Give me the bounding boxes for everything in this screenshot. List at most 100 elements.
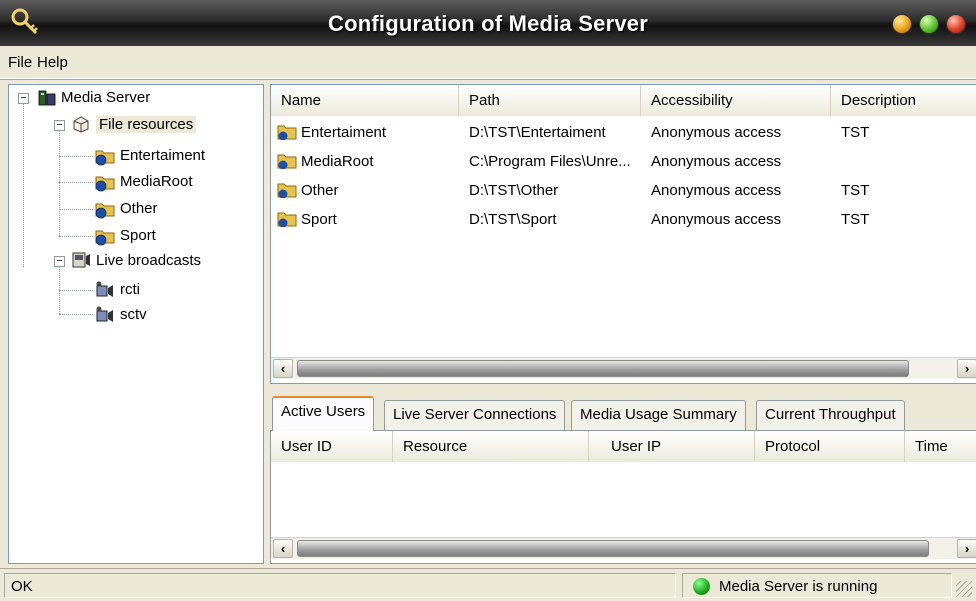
column-header-time[interactable]: Time: [905, 431, 976, 462]
scroll-thumb[interactable]: [297, 360, 909, 377]
tab-media-usage-summary[interactable]: Media Usage Summary: [571, 400, 746, 430]
list-header: Name Path Accessibility Description: [271, 85, 976, 116]
tree-connector: [59, 182, 93, 183]
scroll-right-button[interactable]: ›: [957, 539, 976, 558]
tree-item-label: MediaRoot: [120, 173, 193, 190]
tab-current-throughput[interactable]: Current Throughput: [756, 400, 905, 430]
cell-name-text: Entertaiment: [301, 124, 387, 141]
shared-folder-icon: [95, 203, 115, 219]
tree-item-label: Media Server: [61, 89, 151, 106]
cell-path: D:\TST\Sport: [469, 211, 557, 228]
cell-description: TST: [841, 124, 870, 141]
column-header-description[interactable]: Description: [831, 85, 976, 116]
tree-item-mediaroot[interactable]: MediaRoot: [120, 169, 193, 195]
tree-item-sctv[interactable]: sctv: [120, 302, 147, 328]
shared-folder-icon: [277, 212, 297, 227]
cell-path: D:\TST\Entertaiment: [469, 124, 606, 141]
tree-item-file-resources[interactable]: File resources: [96, 112, 197, 138]
column-header-user-ip[interactable]: User IP: [589, 431, 755, 462]
close-button[interactable]: [946, 14, 966, 34]
broadcast-stream-icon: [96, 306, 113, 322]
shared-folder-icon: [95, 230, 115, 246]
column-header-user-id[interactable]: User ID: [271, 431, 393, 462]
tree-item-label: Entertaiment: [120, 147, 206, 164]
column-header-resource[interactable]: Resource: [393, 431, 589, 462]
resources-horizontal-scrollbar[interactable]: ‹ ›: [271, 357, 976, 379]
broadcast-stream-icon: [96, 281, 113, 297]
menu-help[interactable]: Help: [37, 54, 68, 71]
cell-name-text: Other: [301, 182, 339, 199]
collapse-toggle[interactable]: −: [54, 256, 65, 267]
active-users-list[interactable]: User ID Resource User IP Protocol Time ‹…: [270, 430, 976, 564]
menu-bar: File Help: [0, 46, 976, 79]
cell-accessibility: Anonymous access: [651, 182, 782, 199]
cell-name: Entertaiment: [277, 119, 457, 147]
tree-connector: [59, 156, 93, 157]
running-indicator-icon: [693, 578, 710, 595]
cell-name-text: MediaRoot: [301, 153, 374, 170]
tree-connector: [59, 236, 93, 237]
cell-name: Other: [277, 177, 457, 205]
shared-folder-icon: [95, 176, 115, 192]
column-header-protocol[interactable]: Protocol: [755, 431, 905, 462]
tree-item-media-server[interactable]: Media Server: [61, 85, 150, 111]
tree-item-live-broadcasts[interactable]: Live broadcasts: [96, 248, 201, 274]
cell-name-text: Sport: [301, 211, 337, 228]
tree-item-other[interactable]: Other: [120, 196, 158, 222]
tab-live-server-connections[interactable]: Live Server Connections: [384, 400, 566, 430]
tree-item-label: sctv: [120, 306, 147, 323]
broadcast-icon: [72, 252, 90, 268]
tab-strip: Active Users Live Server Connections Med…: [270, 396, 976, 431]
tree-connector: [23, 104, 24, 267]
list-header: User ID Resource User IP Protocol Time: [271, 431, 976, 462]
tree-item-rcti[interactable]: rcti: [120, 277, 140, 303]
table-row[interactable]: Sport D:\TST\Sport Anonymous access TST: [271, 206, 976, 234]
title-bar[interactable]: Configuration of Media Server: [0, 0, 976, 46]
maximize-button[interactable]: [919, 14, 939, 34]
cell-path: D:\TST\Other: [469, 182, 559, 199]
status-bar: OK Media Server is running: [0, 568, 976, 601]
table-row[interactable]: Entertaiment D:\TST\Entertaiment Anonymo…: [271, 119, 976, 147]
column-header-accessibility[interactable]: Accessibility: [641, 85, 831, 116]
users-horizontal-scrollbar[interactable]: ‹ ›: [271, 537, 976, 559]
cell-description: TST: [841, 211, 870, 228]
scroll-thumb[interactable]: [297, 540, 929, 557]
tree-item-label: File resources: [96, 116, 197, 133]
cell-accessibility: Anonymous access: [651, 211, 782, 228]
tree-item-label: Other: [120, 200, 158, 217]
collapse-toggle[interactable]: −: [54, 120, 65, 131]
server-status-text: Media Server is running: [719, 578, 878, 595]
scroll-left-button[interactable]: ‹: [273, 539, 293, 558]
tree-connector: [59, 131, 60, 236]
tab-active-users[interactable]: Active Users: [272, 396, 375, 431]
cell-name: MediaRoot: [277, 148, 457, 176]
server-icon: [38, 90, 56, 106]
resource-tree[interactable]: − Media Server − File resources Entertai…: [8, 84, 264, 564]
cell-accessibility: Anonymous access: [651, 124, 782, 141]
scroll-left-button[interactable]: ‹: [273, 359, 293, 378]
shared-folder-icon: [277, 183, 297, 198]
collapse-toggle[interactable]: −: [18, 93, 29, 104]
shared-folder-icon: [95, 150, 115, 166]
shared-folder-icon: [277, 125, 297, 140]
resize-grip-icon[interactable]: [956, 581, 972, 597]
resources-list[interactable]: Name Path Accessibility Description Ente…: [270, 84, 976, 384]
tree-item-label: Live broadcasts: [96, 252, 202, 269]
table-row[interactable]: Other D:\TST\Other Anonymous access TST: [271, 177, 976, 205]
cell-description: TST: [841, 182, 870, 199]
table-row[interactable]: MediaRoot C:\Program Files\Unre... Anony…: [271, 148, 976, 176]
minimize-button[interactable]: [892, 14, 912, 34]
column-header-name[interactable]: Name: [271, 85, 459, 116]
tree-item-entertaiment[interactable]: Entertaiment: [120, 143, 205, 169]
scroll-right-button[interactable]: ›: [957, 359, 976, 378]
package-icon: [73, 116, 89, 133]
tree-item-label: rcti: [120, 281, 140, 298]
cell-path: C:\Program Files\Unre...: [469, 153, 631, 170]
tree-item-sport[interactable]: Sport: [120, 223, 156, 249]
cell-accessibility: Anonymous access: [651, 153, 782, 170]
menu-file[interactable]: File: [8, 54, 32, 71]
tree-connector: [59, 290, 93, 291]
column-header-path[interactable]: Path: [459, 85, 641, 116]
tree-connector: [59, 314, 93, 315]
tree-connector: [59, 209, 93, 210]
